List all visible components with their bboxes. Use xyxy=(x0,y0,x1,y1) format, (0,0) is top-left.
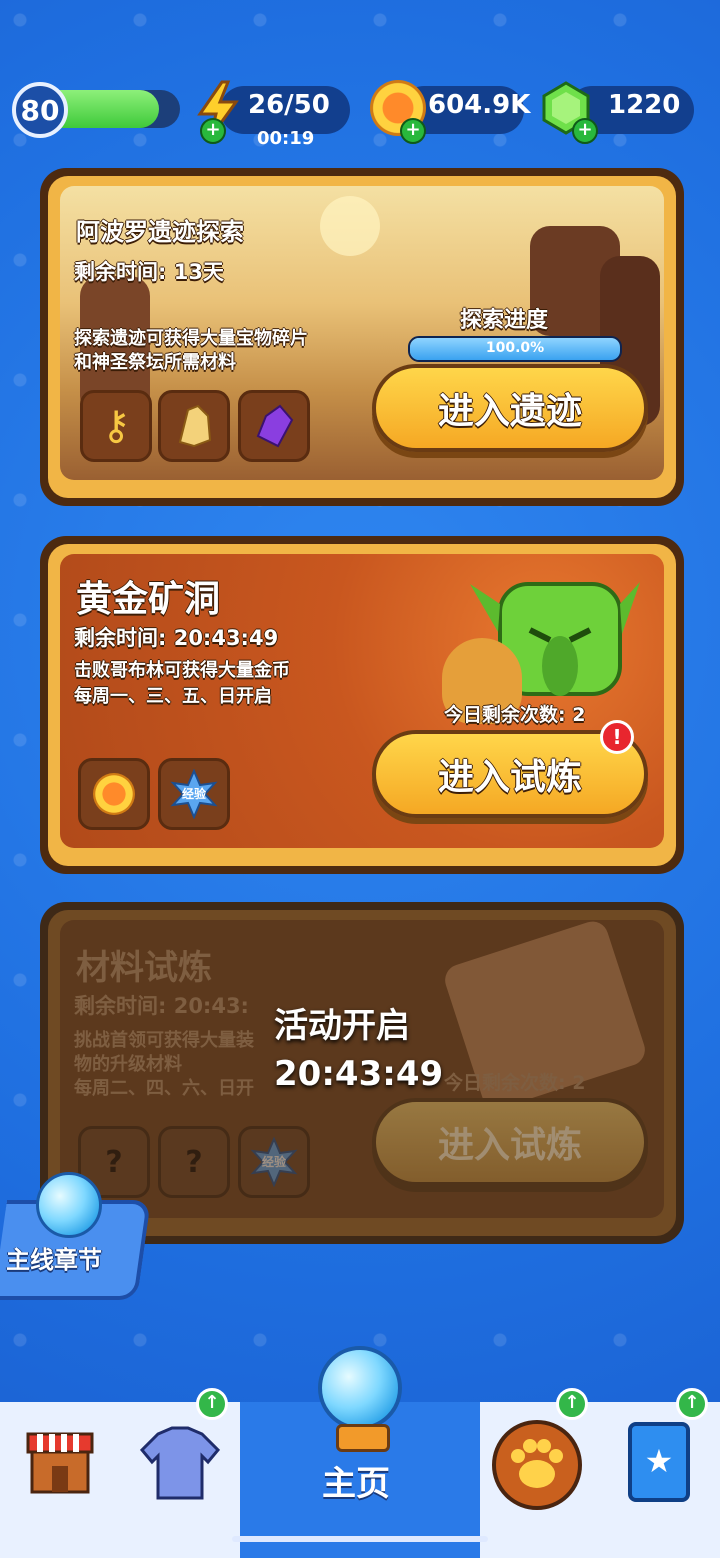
description-line2: 每周一、三、五、日开启 xyxy=(74,686,272,707)
golden-key-icon: ⚷ xyxy=(101,403,131,449)
chapter-label: 主线章节 xyxy=(6,1246,102,1274)
apollo-ruins-card[interactable]: 阿波罗遗迹探索 剩余时间: 13天 探索遗迹可获得大量宝物碎片 和神圣祭坛所需材… xyxy=(40,168,684,506)
nav-home-label: 主页 xyxy=(322,1464,390,1504)
progress-value: 100.0% xyxy=(485,340,545,356)
purple-gem-icon xyxy=(256,404,294,448)
notification-badge: ! xyxy=(600,720,634,754)
nav-pet-tab[interactable]: ↑ xyxy=(490,1388,588,1516)
reward-slot-purple-gem[interactable] xyxy=(238,390,310,462)
coin-add-button[interactable]: + xyxy=(400,118,426,144)
card-title: 阿波罗遗迹探索 xyxy=(76,218,244,246)
shop-icon xyxy=(24,1426,96,1494)
material-trial-card: 材料试炼 剩余时间: 20:43: 挑战首领可获得大量装 物的升级材料 每周二、… xyxy=(40,902,684,1244)
progress-label: 探索进度 xyxy=(460,308,549,333)
remaining-attempts: 今日剩余次数: 2 xyxy=(444,704,586,726)
remaining-time: 剩余时间: 13天 xyxy=(74,260,224,284)
description-line2: 和神圣祭坛所需材料 xyxy=(74,352,236,373)
energy-value: 26/50 xyxy=(248,90,330,120)
level-badge[interactable]: 80 xyxy=(12,82,68,138)
exp-star-icon: 经验 xyxy=(169,769,219,819)
remaining-time: 剩余时间: 20:43:49 xyxy=(74,626,279,650)
nav-cards-tab[interactable]: ★ ↑ xyxy=(620,1388,708,1510)
upgrade-arrow-icon: ↑ xyxy=(196,1388,228,1420)
nav-shop-tab[interactable] xyxy=(20,1420,100,1500)
golden-mine-card[interactable]: 黄金矿洞 剩余时间: 20:43:49 击败哥布林可获得大量金币 每周一、三、五… xyxy=(40,536,684,874)
home-indicator xyxy=(232,1536,488,1542)
exploration-progress-bar: 100.0% xyxy=(408,336,622,362)
upgrade-arrow-icon: ↑ xyxy=(556,1388,588,1420)
gem-add-button[interactable]: + xyxy=(572,118,598,144)
card-title: 黄金矿洞 xyxy=(76,579,221,620)
reward-slot-golden-key[interactable]: ⚷ xyxy=(80,390,152,462)
event-open-label: 活动开启 xyxy=(274,1006,410,1046)
nav-home-icon-wrap[interactable] xyxy=(312,1346,408,1456)
reward-slot-gold-crystal[interactable] xyxy=(158,390,230,462)
reward-slot-exp[interactable]: 经验 xyxy=(158,758,230,830)
armor-icon xyxy=(138,1424,222,1504)
exp-label: 经验 xyxy=(181,787,206,801)
nav-equipment-tab[interactable]: ↑ xyxy=(138,1388,228,1510)
gem-value: 1220 xyxy=(608,90,681,120)
enter-ruins-button[interactable]: 进入遗迹 xyxy=(372,364,648,452)
crystal-ball-icon xyxy=(318,1346,402,1430)
description-line1: 探索遗迹可获得大量宝物碎片 xyxy=(74,328,308,349)
crystal-stand xyxy=(336,1424,390,1452)
coin-icon xyxy=(93,773,135,815)
main-chapter-button[interactable]: 主线章节 xyxy=(0,1172,152,1300)
event-open-timer: 20:43:49 xyxy=(274,1054,444,1094)
coin-value: 604.9K xyxy=(428,90,531,120)
gold-crystal-icon xyxy=(178,404,212,448)
energy-timer: 00:19 xyxy=(257,128,315,149)
upgrade-arrow-icon: ↑ xyxy=(676,1388,708,1420)
paw-icon xyxy=(492,1420,582,1510)
description-line1: 击败哥布林可获得大量金币 xyxy=(74,660,290,681)
energy-add-button[interactable]: + xyxy=(200,118,226,144)
reward-slot-coin[interactable] xyxy=(78,758,150,830)
resource-bar: 80 + 26/50 00:19 + 604.9K + 1220 xyxy=(0,80,720,150)
crystal-ball-icon xyxy=(36,1172,102,1238)
card-book-icon: ★ xyxy=(628,1422,690,1502)
